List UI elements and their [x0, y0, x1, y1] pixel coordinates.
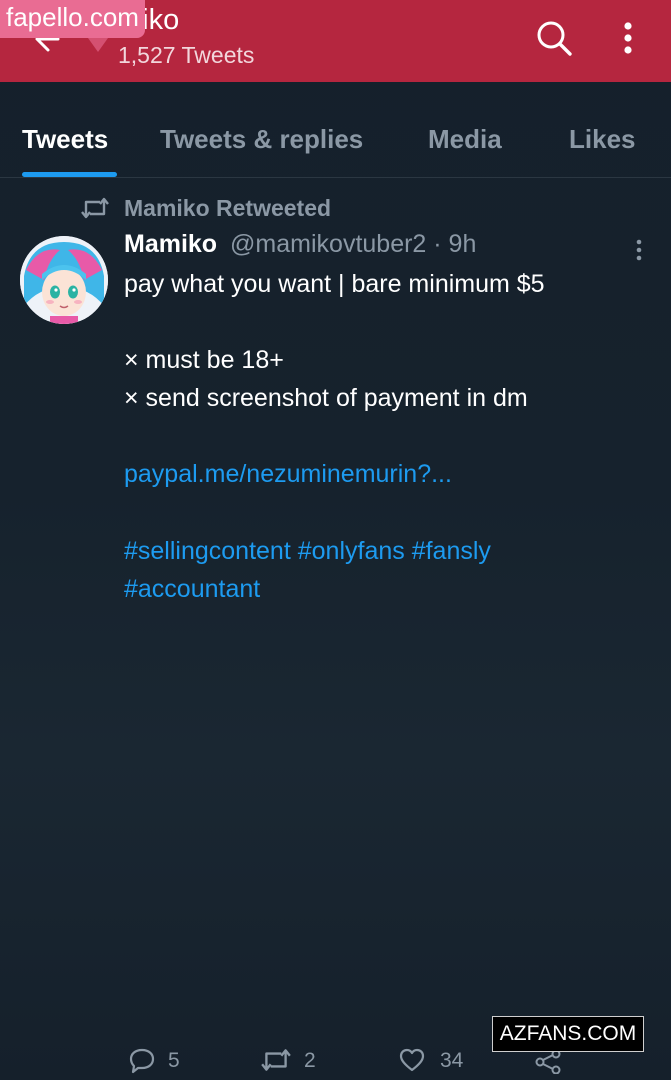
- retweet-button[interactable]: 2: [260, 1046, 320, 1076]
- tweet-text-line: × send screenshot of payment in dm: [124, 384, 528, 412]
- tweet-text-line: × must be 18+: [124, 346, 284, 374]
- reply-count: 5: [168, 1049, 180, 1072]
- tweet-hashtags[interactable]: #accountant: [124, 575, 654, 604]
- profile-tabs: Tweets Tweets & replies Media Likes: [0, 98, 671, 178]
- tweet-text-line: pay what you want | bare minimum $5: [124, 270, 545, 298]
- tweet-author-name[interactable]: Mamiko: [124, 230, 217, 258]
- tweet-author-handle[interactable]: @mamikovtuber2 · 9h: [230, 230, 476, 258]
- retweet-count: 2: [304, 1049, 316, 1072]
- tab-likes[interactable]: Likes: [569, 124, 636, 155]
- profile-page: miko 1,527 Tweets fapello.com Tweets Twe…: [0, 0, 671, 1080]
- tweet-count: 1,527 Tweets: [118, 42, 255, 68]
- watermark-azfans: AZFANS.COM: [492, 1016, 644, 1052]
- tweet-more-icon[interactable]: [630, 236, 648, 266]
- tab-media[interactable]: Media: [428, 124, 502, 155]
- reply-button[interactable]: 5: [128, 1046, 188, 1076]
- avatar[interactable]: [20, 236, 108, 324]
- tab-tweets-and-replies[interactable]: Tweets & replies: [160, 124, 363, 155]
- tweet-hashtags[interactable]: #sellingcontent #onlyfans #fansly: [124, 537, 654, 566]
- retweet-icon: [261, 1049, 291, 1071]
- like-count: 34: [440, 1049, 464, 1072]
- retweet-icon: [81, 197, 109, 219]
- more-vertical-icon[interactable]: [614, 18, 642, 58]
- watermark-pin-shape: [88, 38, 108, 52]
- like-button[interactable]: 34: [398, 1046, 468, 1076]
- tweet-author-row: Mamiko @mamikovtuber2 · 9h: [124, 230, 476, 264]
- retweet-label[interactable]: Mamiko Retweeted: [124, 195, 331, 222]
- search-icon[interactable]: [534, 18, 574, 58]
- reply-icon: [129, 1048, 155, 1074]
- active-tab-indicator: [22, 172, 117, 177]
- tweet-link[interactable]: paypal.me/nezuminemurin?...: [124, 460, 654, 489]
- heart-icon: [399, 1048, 425, 1072]
- tab-tweets[interactable]: Tweets: [22, 124, 108, 155]
- avatar-anime-character-image: [20, 236, 108, 324]
- watermark-fapello: fapello.com: [0, 0, 145, 38]
